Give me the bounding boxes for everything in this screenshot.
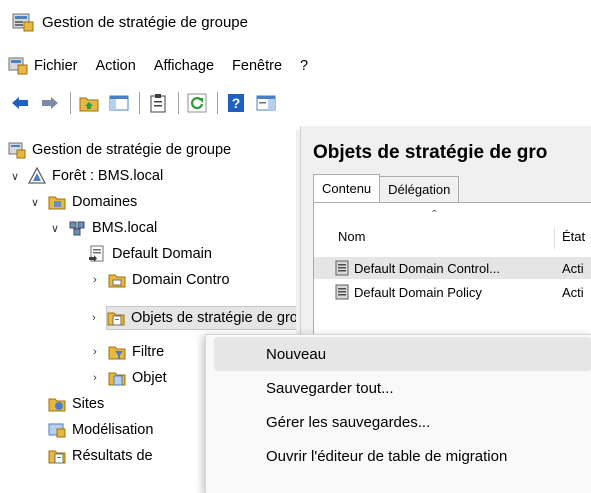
tree-item-domains[interactable]: ∨ Domaines [28,190,137,214]
tree-item-domain-controllers[interactable]: › Domain Contro [93,268,230,292]
menu-item-ouvrir-editeur-migration[interactable]: Ouvrir l'éditeur de table de migration [206,439,591,473]
folder-up-icon [79,97,99,112]
list-item[interactable]: Default Domain Control... Acti [314,257,591,279]
context-menu: Nouveau Sauvegarder tout... Gérer les sa… [205,334,591,493]
tree-item-starter-gpo[interactable]: › Objet [93,366,167,390]
gpo-name: Default Domain Policy [354,284,482,300]
chevron-right-icon[interactable]: › [88,274,102,286]
back-button[interactable] [8,91,32,115]
copy-button[interactable] [146,91,170,115]
menu-affichage[interactable]: Affichage [154,58,214,74]
gpo-folder-icon [107,312,125,326]
menu-fichier[interactable]: Fichier [34,58,78,74]
chevron-down-icon[interactable]: ∨ [8,170,22,183]
tree-item-domain[interactable]: ∨ BMS.local [48,216,157,240]
gpo-link-icon [89,245,104,262]
up-folder-button[interactable] [77,91,101,115]
refresh-icon [187,93,207,113]
console-tree-icon [109,95,129,111]
help-icon: ? [228,94,244,112]
toolbar-separator [70,92,71,114]
tree-item-label: Gestion de stratégie de groupe [32,142,232,158]
domains-icon [48,196,66,210]
tree-item-root[interactable]: Gestion de stratégie de groupe [8,138,231,162]
menu-action[interactable]: Action [96,58,136,74]
gpmc-app-icon [12,13,34,32]
gpmc-node-icon [8,142,26,159]
system-menu-icon[interactable] [8,57,28,75]
tree-item-label: Résultats de [72,448,153,464]
tree-item-label: Forêt : BMS.local [52,168,164,184]
modeling-icon [48,423,66,438]
ou-folder-icon [108,274,126,288]
show-hide-tree-button[interactable] [107,91,131,115]
tree-item-label: Filtre [132,344,165,360]
chevron-right-icon[interactable]: › [88,346,102,358]
gpo-icon [335,284,349,300]
tree-item-results[interactable]: Résultats de [48,444,153,468]
column-header-etat[interactable]: État [562,229,585,244]
gpo-name: Default Domain Control... [354,260,500,276]
forest-icon [28,167,46,184]
tree-item-label: Modélisation [72,422,154,438]
filter-folder-icon [108,346,126,360]
toolbar-separator [139,92,140,114]
forward-button[interactable] [38,91,62,115]
results-icon [48,450,66,464]
tree-item-wmi-filters[interactable]: › Filtre [93,340,165,364]
gpo-icon [335,260,349,276]
column-divider[interactable] [554,227,555,249]
domain-icon [69,221,85,236]
menu-item-sauvegarder-tout[interactable]: Sauvegarder tout... [206,371,591,405]
toolbar: ? [0,86,591,120]
tree-item-label: BMS.local [92,220,158,236]
menu-item-gerer-sauvegardes[interactable]: Gérer les sauvegardes... [206,405,591,439]
window-title: Gestion de stratégie de groupe [42,13,248,31]
details-tabs: Contenu Délégation [313,174,460,202]
properties-pane-icon [256,95,276,111]
chevron-right-icon[interactable]: › [87,312,101,324]
toolbar-separator [178,92,179,114]
tree-item-label: Domaines [72,194,138,210]
tab-contenu[interactable]: Contenu [313,174,381,202]
tree-item-default-domain-policy[interactable]: Default Domain [88,242,212,266]
list-item[interactable]: Default Domain Policy Acti [314,281,591,303]
tree-item-label: Domain Contro [132,272,230,288]
sort-ascending-icon: ˆ [432,207,437,223]
menu-fenetre[interactable]: Fenêtre [232,58,282,74]
list-header: ˆ Nom État [314,207,591,251]
refresh-button[interactable] [185,91,209,115]
svg-text:?: ? [232,95,241,111]
tree-item-sites[interactable]: Sites [48,392,104,416]
chevron-right-icon[interactable]: › [88,372,102,384]
tree-item-label: Sites [72,396,105,412]
arrow-right-icon [42,97,58,109]
tree-item-gpo-objects[interactable]: › Objets de stratégie de groupe [92,306,296,330]
gpo-state: Acti [562,260,584,276]
tree-item-forest[interactable]: ∨ Forêt : BMS.local [8,164,163,188]
starter-gpo-icon [108,372,126,386]
gpo-state: Acti [562,284,584,300]
chevron-down-icon[interactable]: ∨ [48,222,62,235]
help-button[interactable]: ? [224,91,248,115]
chevron-down-icon[interactable]: ∨ [28,196,42,209]
tree-item-label: Objets de stratégie de groupe [131,310,296,326]
menu-item-nouveau[interactable]: Nouveau [214,337,591,371]
tree-item-modeling[interactable]: Modélisation [48,418,153,442]
sites-icon [48,398,66,412]
tab-delegation[interactable]: Délégation [379,176,460,202]
tree-item-label: Objet [132,370,167,386]
clipboard-icon [150,94,166,113]
menu-bar: Fichier Action Affichage Fenêtre ? [0,50,591,82]
menu-help[interactable]: ? [300,58,308,74]
details-title: Objets de stratégie de gro [313,142,548,163]
tree-item-label: Default Domain [112,246,212,262]
arrow-left-icon [12,97,28,109]
properties-view-button[interactable] [254,91,278,115]
column-header-nom[interactable]: Nom [338,229,365,244]
toolbar-separator [217,92,218,114]
title-bar: Gestion de stratégie de groupe [0,0,591,44]
